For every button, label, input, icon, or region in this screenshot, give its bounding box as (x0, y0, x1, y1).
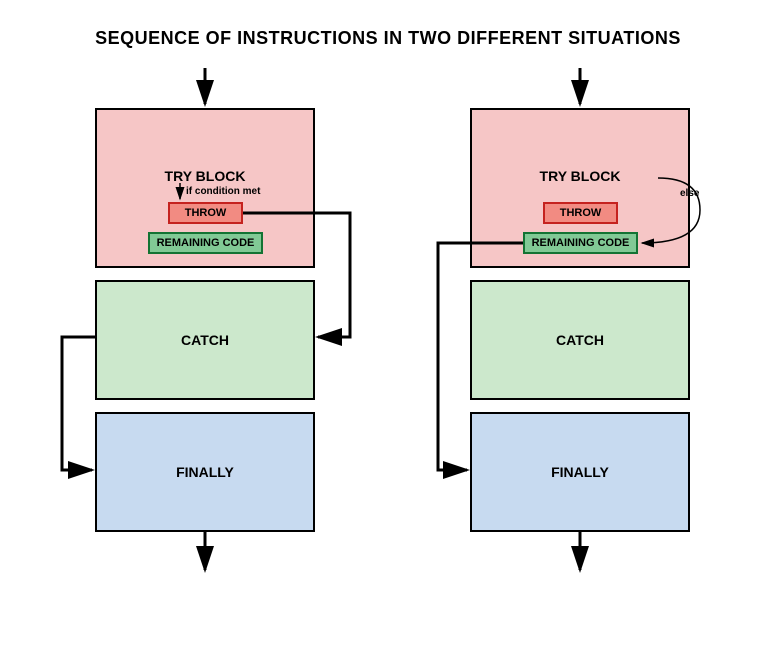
diagram-title: SEQUENCE OF INSTRUCTIONS IN TWO DIFFEREN… (0, 28, 776, 49)
right-catch-label: CATCH (556, 332, 604, 348)
left-remain-box: REMAINING CODE (148, 232, 263, 254)
left-finally-label: FINALLY (176, 464, 234, 480)
right-remain-box: REMAINING CODE (523, 232, 638, 254)
right-try-label: TRY BLOCK (472, 168, 688, 184)
right-catch-block: CATCH (470, 280, 690, 400)
left-finally-block: FINALLY (95, 412, 315, 532)
right-finally-label: FINALLY (551, 464, 609, 480)
right-throw-box: THROW (543, 202, 618, 224)
right-finally-block: FINALLY (470, 412, 690, 532)
left-throw-box: THROW (168, 202, 243, 224)
right-else-annot: else (680, 188, 699, 199)
left-catch-label: CATCH (181, 332, 229, 348)
left-condition-annot: if condition met (186, 186, 260, 197)
left-try-label: TRY BLOCK (97, 168, 313, 184)
left-arrow-catch-to-finally (62, 337, 95, 470)
left-catch-block: CATCH (95, 280, 315, 400)
